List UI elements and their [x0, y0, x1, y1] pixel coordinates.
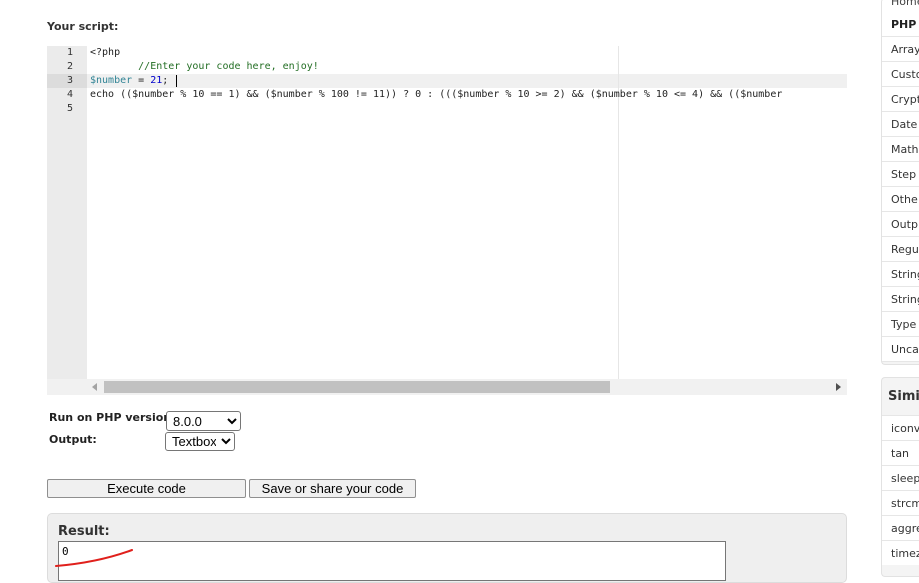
similar-item[interactable]: tan [882, 440, 919, 465]
line-number: 1 [66, 47, 73, 58]
code-operator: = [132, 75, 151, 86]
sidebar-item-date[interactable]: Date [882, 112, 919, 137]
scrollbar-thumb[interactable] [104, 381, 610, 393]
result-textbox[interactable]: 0 [58, 541, 726, 581]
php-version-select[interactable]: 8.0.0 [166, 411, 241, 431]
output-mode-select[interactable]: Textbox [165, 432, 235, 451]
code-line: echo (($number % 10 == 1) && ($number % … [90, 89, 783, 100]
similar-item[interactable]: timez [882, 540, 919, 565]
sidebar-item-output[interactable]: Outp [882, 212, 919, 237]
scroll-left-arrow-icon[interactable] [92, 383, 97, 391]
sidebar-similar: Simil iconv tan sleep strcm aggre timez [881, 377, 919, 577]
sidebar-item-other[interactable]: Othe [882, 187, 919, 212]
sidebar-item-php[interactable]: PHP [882, 12, 919, 37]
sidebar-item-type[interactable]: Type [882, 312, 919, 337]
code-number: 21 [150, 75, 163, 86]
sidebar-item-step[interactable]: Step [882, 162, 919, 187]
line-number: 4 [66, 89, 73, 100]
line-number: 5 [66, 103, 73, 114]
similar-item[interactable]: aggre [882, 515, 919, 540]
code-line: <?php [90, 47, 121, 58]
script-label: Your script: [47, 20, 119, 33]
similar-title: Simil [888, 389, 919, 404]
code-variable: $number [90, 75, 133, 86]
result-label: Result: [58, 524, 110, 539]
similar-item[interactable]: iconv [882, 415, 919, 440]
sidebar-item-math[interactable]: Math [882, 137, 919, 162]
active-line-highlight [87, 74, 847, 88]
php-version-label: Run on PHP version: [49, 411, 176, 424]
similar-item[interactable]: sleep [882, 465, 919, 490]
similar-item[interactable]: strcm [882, 490, 919, 515]
sidebar-item-array[interactable]: Array [882, 37, 919, 62]
sidebar-categories: Home PHP Array Custo Crypt Date Math Ste… [881, 0, 919, 365]
code-editor[interactable]: 1 2 3 4 5 <?php //Enter your code here, … [47, 46, 847, 395]
sidebar-item-string-2[interactable]: String [882, 287, 919, 312]
code-line: $number = 21; [90, 74, 168, 88]
horizontal-scrollbar[interactable] [47, 379, 847, 395]
output-label: Output: [49, 433, 97, 446]
sidebar-item-custom[interactable]: Custo [882, 62, 919, 87]
sidebar-item-regex[interactable]: Regu [882, 237, 919, 262]
text-cursor [176, 75, 177, 87]
code-line-comment: //Enter your code here, enjoy! [90, 61, 319, 72]
red-annotation-underline [55, 549, 133, 567]
sidebar-item-crypt[interactable]: Crypt [882, 87, 919, 112]
execute-code-button[interactable]: Execute code [47, 479, 246, 498]
line-number: 3 [66, 75, 73, 86]
code-punctuation: ; [162, 75, 169, 86]
save-share-button[interactable]: Save or share your code [249, 479, 416, 498]
line-number: 2 [66, 61, 73, 72]
result-panel: Result: 0 [47, 513, 847, 583]
sidebar-item-string[interactable]: String [882, 262, 919, 287]
scroll-right-arrow-icon[interactable] [836, 383, 841, 391]
sidebar-item-uncategorized[interactable]: Uncal [882, 337, 919, 362]
